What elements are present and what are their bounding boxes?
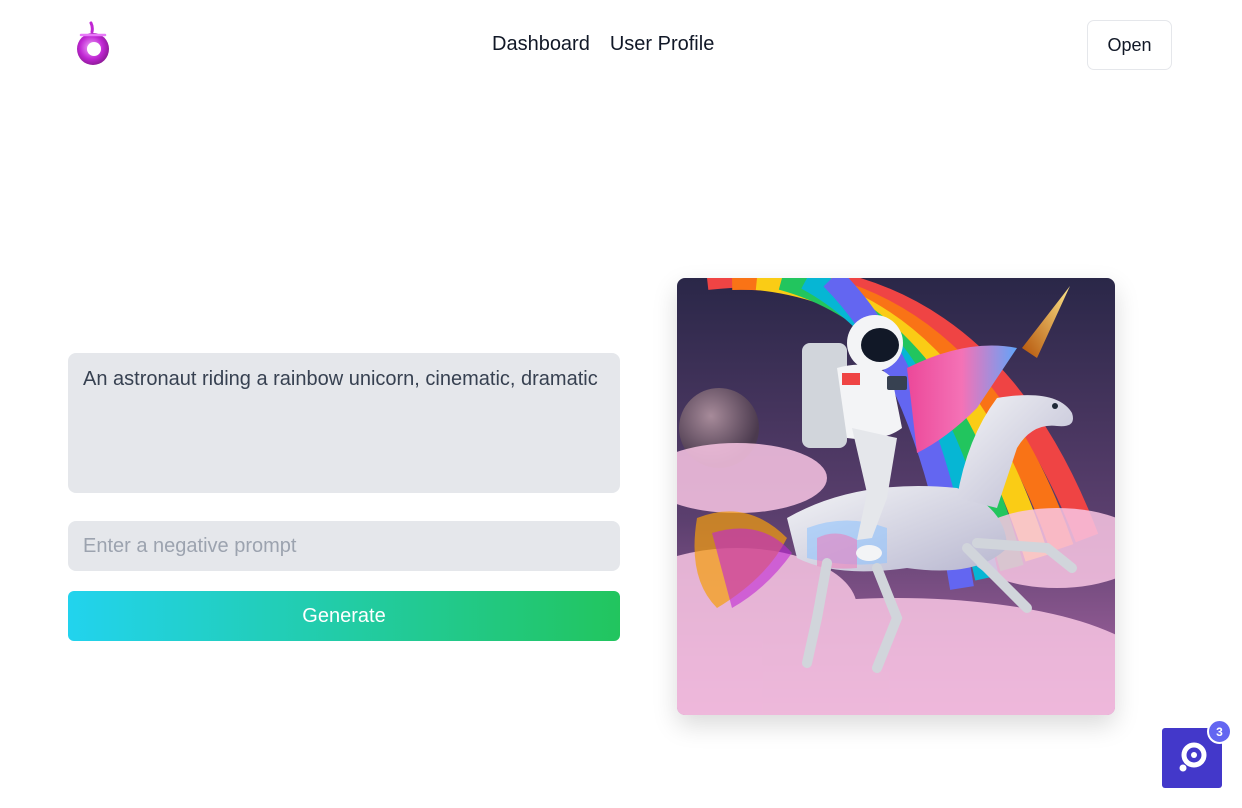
nav-dashboard[interactable]: Dashboard bbox=[492, 33, 590, 56]
header: Dashboard User Profile Open bbox=[0, 0, 1242, 90]
open-button[interactable]: Open bbox=[1087, 20, 1172, 70]
main-nav: Dashboard User Profile bbox=[492, 33, 714, 56]
generate-button[interactable]: Generate bbox=[68, 591, 620, 641]
notification-badge: 3 bbox=[1207, 719, 1232, 744]
generated-image bbox=[677, 278, 1115, 715]
prompt-input[interactable] bbox=[68, 353, 620, 493]
fruit-logo-icon[interactable] bbox=[73, 21, 113, 69]
negative-prompt-input[interactable] bbox=[68, 521, 620, 571]
nav-user-profile[interactable]: User Profile bbox=[610, 33, 714, 56]
